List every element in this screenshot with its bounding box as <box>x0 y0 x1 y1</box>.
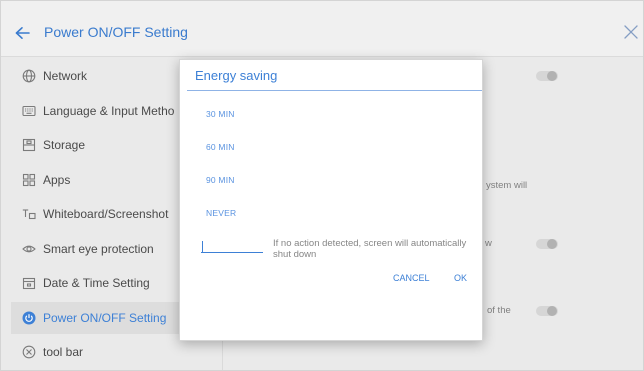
sidebar-item-label: Network <box>43 69 88 84</box>
settings-screen: Power ON/OFF Setting Network Language & … <box>0 0 644 371</box>
option-90-min[interactable]: 90 MIN <box>180 164 482 197</box>
custom-time-input[interactable] <box>201 239 263 253</box>
sidebar-item-label: Smart eye protection <box>43 241 154 256</box>
cancel-button[interactable]: CANCEL <box>393 272 430 284</box>
time-options-list: 30 MIN 60 MIN 90 MIN NEVER <box>180 98 482 230</box>
keyboard-icon <box>22 104 36 118</box>
sidebar-item-label: Date & Time Setting <box>43 276 150 291</box>
option-30-min[interactable]: 30 MIN <box>180 98 482 131</box>
globe-icon <box>22 69 36 83</box>
energy-saving-dialog: Energy saving 30 MIN 60 MIN 90 MIN NEVER… <box>179 59 483 341</box>
calendar-icon <box>22 276 36 290</box>
storage-icon <box>22 138 36 152</box>
sidebar-item-label: Language & Input Metho <box>43 103 175 118</box>
option-never[interactable]: NEVER <box>180 197 482 230</box>
ok-button[interactable]: OK <box>454 272 467 284</box>
input-hint: If no action detected, screen will autom… <box>273 238 467 260</box>
sidebar-item-label: tool bar <box>43 345 84 360</box>
text-cursor <box>202 241 203 253</box>
power-icon <box>22 311 36 325</box>
toolbar-icon <box>22 345 36 359</box>
whiteboard-icon <box>22 207 36 221</box>
sidebar-item-label: Whiteboard/Screenshot <box>43 207 169 222</box>
eye-icon <box>22 242 36 256</box>
sidebar-item-label: Apps <box>43 172 71 187</box>
apps-grid-icon <box>22 173 36 187</box>
option-60-min[interactable]: 60 MIN <box>180 131 482 164</box>
dialog-title-divider <box>187 90 482 91</box>
dialog-title: Energy saving <box>195 68 278 83</box>
sidebar-item-label: Power ON/OFF Setting <box>43 310 167 325</box>
sidebar-item-label: Storage <box>43 138 86 153</box>
